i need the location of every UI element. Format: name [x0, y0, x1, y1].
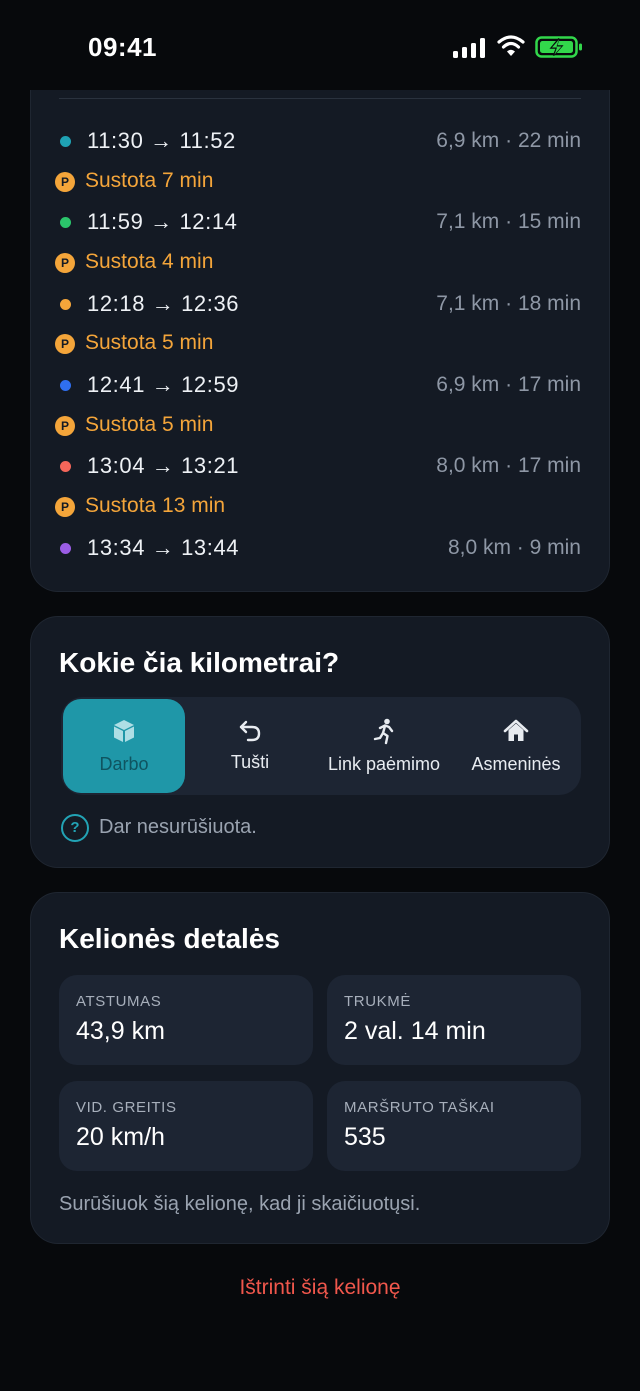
category-help: ? Dar nesurūšiuota.	[61, 814, 461, 842]
segment-row[interactable]: 13:04 → 13:21 8,0 km · 17 min	[53, 446, 581, 486]
segment-distance-duration: 7,1 km · 15 min	[436, 210, 581, 233]
briefcase-icon	[114, 720, 134, 742]
segment-distance-duration: 8,0 km · 17 min	[436, 454, 581, 477]
segment-row[interactable]: 11:59 → 12:14 7,1 km · 15 min	[53, 202, 581, 242]
stop-row: P Sustota 4 min	[53, 243, 581, 283]
stat-label: VID. GREITIS	[76, 1099, 177, 1116]
stat-tile-avg-speed: VID. GREITIS 20 km/h	[59, 1081, 313, 1171]
trip-details-card: Kelionės detalės ATSTUMAS 43,9 km TRUKMĖ…	[30, 892, 610, 1244]
category-option-work[interactable]: Darbo	[63, 699, 185, 793]
stop-duration: Sustota 5 min	[85, 413, 214, 436]
segment-row[interactable]: 12:18 → 12:36 7,1 km · 18 min	[53, 284, 581, 324]
stop-row: P Sustota 5 min	[53, 406, 581, 446]
stop-duration: Sustota 4 min	[85, 250, 214, 273]
category-option-label: Darbo	[99, 754, 149, 774]
details-title: Kelionės detalės	[59, 923, 280, 954]
stat-value: 20 km/h	[76, 1123, 165, 1151]
segment-row[interactable]: 12:41 → 12:59 6,9 km · 17 min	[53, 365, 581, 405]
stat-label: MARŠRUTO TAŠKAI	[344, 1099, 495, 1116]
category-option-label: Asmeninės	[471, 754, 561, 774]
stat-label: TRUKMĖ	[344, 993, 411, 1010]
trip-segments-card: 11:30 → 11:52 6,9 km · 22 min P Sustota …	[30, 90, 610, 592]
segment-distance-duration: 6,9 km · 17 min	[436, 373, 581, 396]
details-note: Surūšiuok šią kelionę, kad ji skaičiuotų…	[59, 1193, 421, 1215]
segment-time-range: 12:18 → 12:36	[87, 291, 240, 316]
wifi-icon	[497, 35, 525, 56]
category-option-label: Tušti	[230, 752, 270, 772]
category-option-empty[interactable]: Tušti	[189, 699, 311, 793]
stop-row: P Sustota 7 min	[53, 162, 581, 202]
stat-value: 43,9 km	[76, 1017, 165, 1045]
category-segmented-control: Darbo Tušti Link paėmimo Asmeninės	[61, 697, 581, 795]
parking-stop-icon: P	[55, 497, 75, 517]
house-icon	[503, 719, 529, 741]
segment-color-dot	[60, 380, 71, 391]
category-option-label: Link paėmimo	[327, 754, 441, 774]
stat-tile-distance: ATSTUMAS 43,9 km	[59, 975, 313, 1065]
category-title: Kokie čia kilometrai?	[59, 647, 340, 678]
parking-stop-icon: P	[55, 334, 75, 354]
divider	[59, 98, 581, 99]
stop-row: P Sustota 13 min	[53, 487, 581, 527]
category-option-pickup[interactable]: Link paėmimo	[319, 699, 449, 793]
battery-charging-icon	[535, 36, 582, 58]
segment-color-dot	[60, 136, 71, 147]
segment-row[interactable]: 11:30 → 11:52 6,9 km · 22 min	[53, 121, 581, 161]
stop-duration: Sustota 13 min	[85, 494, 226, 517]
return-arrow-icon	[239, 720, 261, 742]
trip-category-card: Kokie čia kilometrai? Darbo Tušti Link p…	[30, 616, 610, 868]
stat-tile-duration: TRUKMĖ 2 val. 14 min	[327, 975, 581, 1065]
stop-duration: Sustota 7 min	[85, 169, 214, 192]
running-person-icon	[373, 718, 394, 745]
segment-row[interactable]: 13:34 → 13:44 8,0 km · 9 min	[53, 528, 581, 568]
segment-distance-duration: 6,9 km · 22 min	[436, 129, 581, 152]
stat-tile-route-points: MARŠRUTO TAŠKAI 535	[327, 1081, 581, 1171]
question-circle-icon: ?	[61, 814, 89, 842]
segment-time-range: 13:34 → 13:44	[87, 535, 240, 560]
parking-stop-icon: P	[55, 172, 75, 192]
signal-icon	[453, 38, 485, 58]
parking-stop-icon: P	[55, 253, 75, 273]
segment-distance-duration: 7,1 km · 18 min	[436, 292, 581, 315]
stat-value: 535	[344, 1123, 386, 1151]
stop-duration: Sustota 5 min	[85, 331, 214, 354]
segment-color-dot	[60, 299, 71, 310]
segment-time-range: 11:30 → 11:52	[87, 128, 236, 153]
stat-value: 2 val. 14 min	[344, 1017, 486, 1045]
parking-stop-icon: P	[55, 416, 75, 436]
segment-color-dot	[60, 461, 71, 472]
delete-trip-button[interactable]: Ištrinti šią kelionę	[0, 1276, 640, 1300]
stat-label: ATSTUMAS	[76, 993, 162, 1010]
segment-color-dot	[60, 217, 71, 228]
segment-distance-duration: 8,0 km · 9 min	[447, 536, 581, 559]
status-time: 09:41	[88, 32, 157, 62]
segment-time-range: 11:59 → 12:14	[87, 209, 238, 234]
stop-row: P Sustota 5 min	[53, 324, 581, 364]
segment-time-range: 13:04 → 13:21	[87, 453, 240, 478]
category-status-text: Dar nesurūšiuota.	[99, 816, 257, 838]
segment-color-dot	[60, 543, 71, 554]
category-option-personal[interactable]: Asmeninės	[453, 699, 579, 793]
status-bar: 09:41	[0, 0, 640, 92]
segment-time-range: 12:41 → 12:59	[87, 372, 240, 397]
